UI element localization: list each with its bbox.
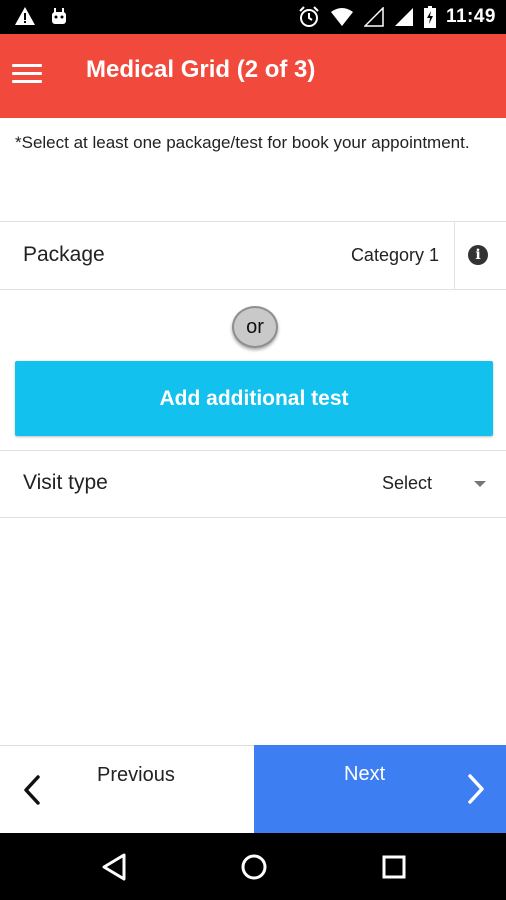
home-icon[interactable] (238, 851, 270, 883)
alarm-icon (298, 6, 320, 28)
android-icon (50, 6, 68, 26)
hamburger-menu-icon[interactable] (12, 58, 46, 92)
package-info-button[interactable]: i (454, 222, 506, 289)
status-bar: 11:49 (0, 0, 506, 34)
recents-icon[interactable] (378, 851, 410, 883)
app-bar: Medical Grid (2 of 3) (0, 34, 506, 118)
package-label: Package (23, 243, 105, 266)
next-label: Next (344, 763, 386, 785)
chevron-right-icon (466, 774, 486, 809)
cell-signal-empty-icon (363, 7, 384, 27)
dropdown-arrow-icon (474, 481, 486, 487)
info-icon[interactable]: i (468, 245, 488, 265)
back-icon[interactable] (98, 851, 130, 883)
add-additional-test-button[interactable]: Add additional test (15, 361, 493, 436)
package-value[interactable]: Category 1 (351, 245, 439, 266)
chevron-left-icon (22, 775, 42, 810)
visit-type-select[interactable]: Select (346, 471, 486, 499)
visit-type-label: Visit type (23, 471, 108, 494)
cell-signal-full-icon (394, 7, 414, 27)
package-row[interactable]: Package Category 1 i (0, 221, 506, 290)
instruction-text: *Select at least one package/test for bo… (15, 133, 470, 152)
system-navigation-bar (0, 833, 506, 900)
previous-button[interactable]: Previous (0, 745, 254, 833)
previous-label: Previous (97, 764, 175, 786)
status-time: 11:49 (445, 6, 496, 27)
battery-charging-icon (423, 6, 436, 28)
or-divider: or (232, 306, 278, 348)
visit-type-selected: Select (381, 473, 432, 493)
warning-icon (14, 6, 36, 26)
next-button[interactable]: Next (254, 745, 506, 833)
wifi-icon (330, 7, 354, 27)
page-title: Medical Grid (2 of 3) (86, 56, 316, 83)
visit-type-row: Visit type Select (0, 450, 506, 518)
